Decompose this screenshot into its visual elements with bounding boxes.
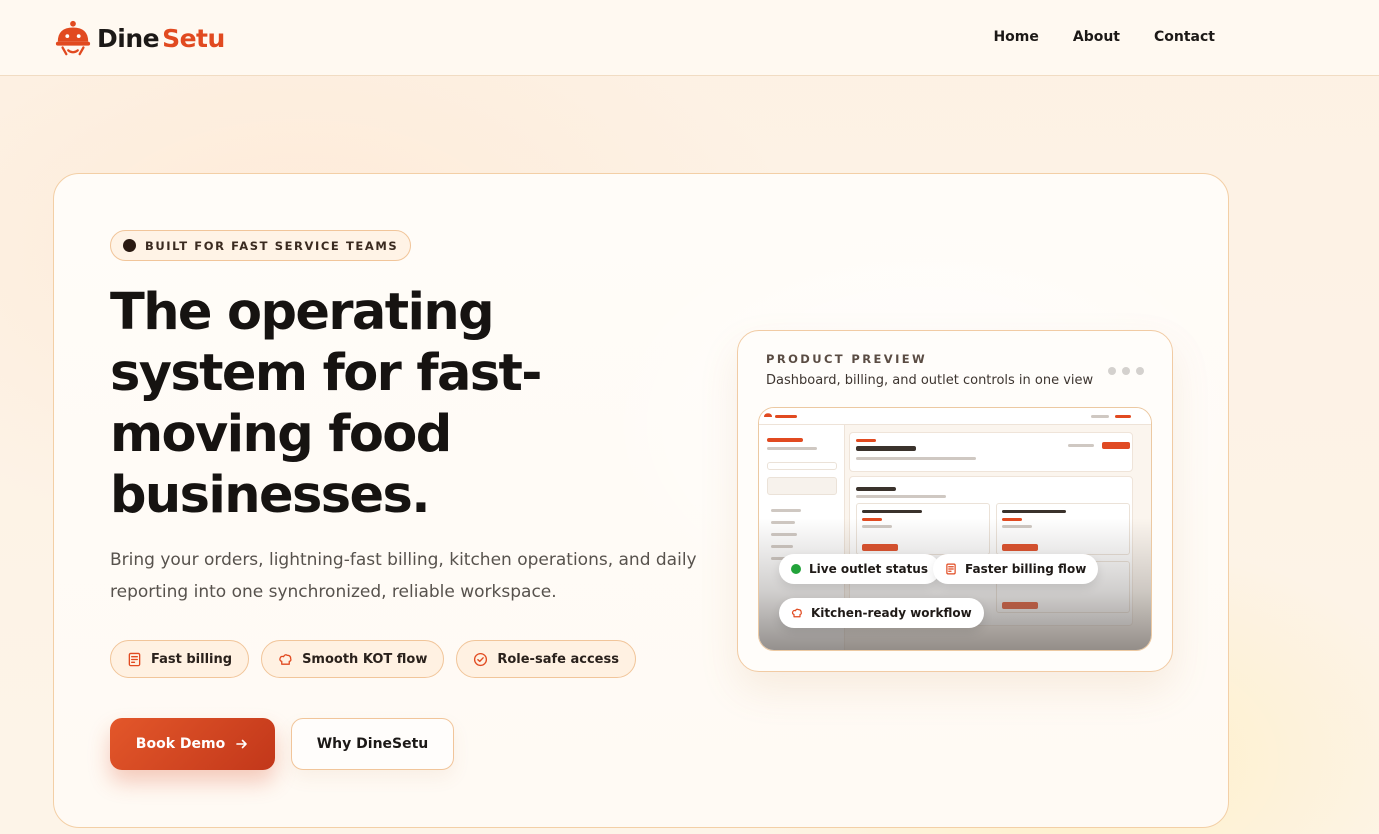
chip-role-safe-access: Role-safe access — [456, 640, 636, 678]
mini-logo-icon — [764, 413, 772, 417]
top-nav: Dine Setu Home About Contact — [0, 0, 1379, 76]
mini-welcome-panel — [849, 432, 1133, 472]
brand-name: Dine Setu — [97, 24, 225, 53]
cloche-logo-icon — [55, 20, 91, 56]
tag-label: Faster billing flow — [965, 562, 1087, 576]
arrow-right-icon — [236, 739, 248, 749]
nav-link-home[interactable]: Home — [993, 29, 1038, 45]
tag-kitchen-ready-workflow: Kitchen-ready workflow — [779, 598, 984, 628]
tag-label: Live outlet status — [809, 562, 928, 576]
badge-text: BUILT FOR FAST SERVICE TEAMS — [145, 238, 399, 253]
chip-smooth-kot-flow: Smooth KOT flow — [261, 640, 445, 678]
tag-faster-billing-flow: Faster billing flow — [933, 554, 1099, 584]
nav-link-about[interactable]: About — [1073, 29, 1120, 45]
chip-label: Smooth KOT flow — [302, 651, 428, 667]
tag-live-outlet-status: Live outlet status — [779, 554, 940, 584]
tag-label: Kitchen-ready workflow — [811, 606, 972, 620]
hero-subtext: Bring your orders, lightning-fast billin… — [110, 550, 697, 602]
brand-logo[interactable]: Dine Setu — [54, 19, 225, 57]
chip-label: Role-safe access — [497, 651, 619, 667]
receipt-icon — [128, 652, 141, 666]
brand-name-part1: Dine — [97, 23, 160, 53]
chip-fast-billing: Fast billing — [110, 640, 250, 678]
preview-subtitle: Dashboard, billing, and outlet controls … — [766, 373, 1094, 388]
receipt-icon — [946, 563, 956, 575]
mini-topbar — [759, 408, 1151, 425]
book-demo-button[interactable]: Book Demo — [110, 718, 275, 770]
product-preview-card: PRODUCT PREVIEW Dashboard, billing, and … — [737, 330, 1173, 672]
nav-links: Home About Contact — [993, 29, 1215, 45]
hero-card: BUILT FOR FAST SERVICE TEAMS The operati… — [53, 173, 1229, 828]
live-status-dot-icon — [791, 564, 801, 574]
check-badge-icon — [474, 652, 488, 666]
chip-label: Fast billing — [151, 651, 233, 667]
preview-screenshot: Live outlet status Faster billing flow K… — [758, 407, 1152, 651]
hero-headline: The operating system for fast-moving foo… — [110, 283, 542, 525]
preview-label: PRODUCT PREVIEW — [766, 352, 928, 366]
brand-name-part2: Setu — [162, 23, 225, 53]
badge-dot-icon — [123, 239, 136, 252]
feature-chips: Fast billing Smooth KOT flow Role-safe a… — [110, 640, 636, 678]
chef-hat-icon — [279, 653, 292, 665]
cta-row: Book Demo Why DineSetu — [110, 718, 454, 770]
nav-link-contact[interactable]: Contact — [1154, 29, 1215, 45]
why-dinesetu-button[interactable]: Why DineSetu — [291, 718, 454, 770]
screenshot-shade — [759, 518, 1151, 650]
book-demo-label: Book Demo — [135, 736, 226, 752]
hero-badge: BUILT FOR FAST SERVICE TEAMS — [110, 230, 412, 261]
chef-hat-icon — [791, 608, 802, 618]
window-dots-icon — [1108, 367, 1144, 375]
